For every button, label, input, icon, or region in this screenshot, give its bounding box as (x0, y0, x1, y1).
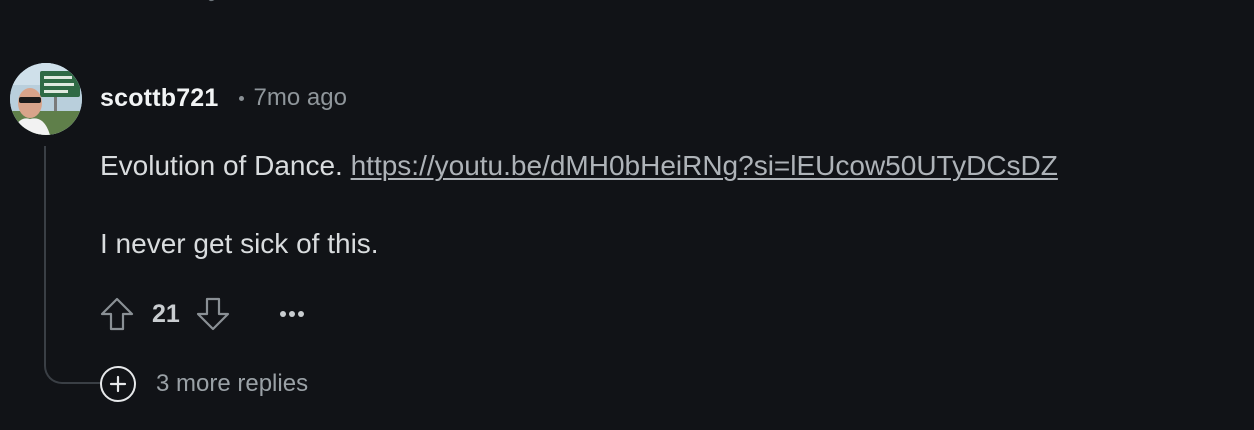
more-replies-button[interactable]: 3 more replies (100, 366, 308, 402)
downvote-button[interactable] (194, 295, 232, 333)
separator-dot (238, 95, 244, 101)
comment-thread: scottb721 7mo ago Evolution of Dance. ht… (0, 0, 1254, 430)
avatar[interactable] (10, 63, 82, 135)
arrow-up-icon (100, 297, 134, 331)
username[interactable]: scottb721 (100, 84, 219, 113)
comment-header: scottb721 7mo ago (100, 82, 347, 114)
upvote-button[interactable] (98, 295, 136, 333)
ellipsis-icon (279, 311, 304, 317)
plus-circle-icon (100, 366, 136, 402)
vote-score: 21 (152, 299, 180, 328)
previous-comment-remnant (196, 0, 226, 2)
more-replies-label: 3 more replies (156, 370, 309, 397)
thread-connector-line[interactable] (44, 146, 102, 384)
comment-text-line-2: I never get sick of this. (100, 228, 379, 259)
timestamp[interactable]: 7mo ago (254, 84, 347, 112)
comment-link[interactable]: https://youtu.be/dMH0bHeiRNg?si=lEUcow50… (351, 150, 1058, 181)
comment-actions: 21 (98, 294, 312, 334)
more-options-button[interactable] (272, 295, 312, 333)
comment-text-line-1: Evolution of Dance. https://youtu.be/dMH… (100, 150, 1058, 182)
comment-text: Evolution of Dance. (100, 150, 343, 181)
arrow-down-icon (196, 297, 229, 331)
